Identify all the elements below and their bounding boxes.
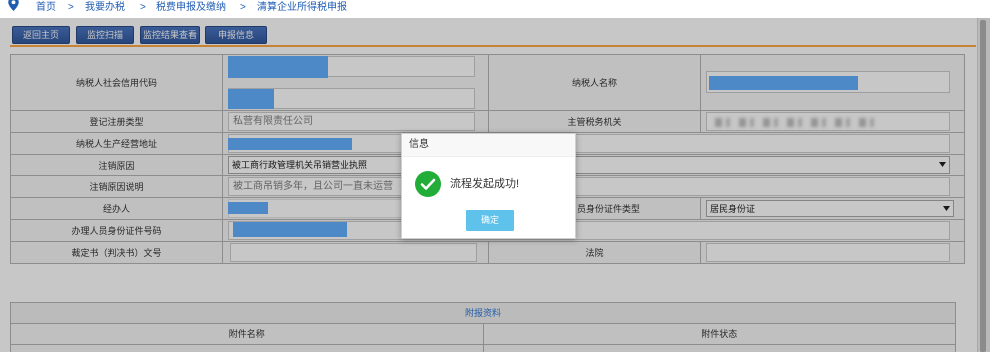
dialog-title: 信息	[402, 134, 575, 157]
dialog-message: 流程发起成功!	[450, 178, 520, 190]
location-pin-icon	[8, 0, 19, 11]
info-dialog: 信息 流程发起成功! 确定	[401, 133, 576, 239]
breadcrumb-tax-link[interactable]: 我要办税	[85, 2, 125, 14]
breadcrumb-home-link[interactable]: 首页	[36, 2, 56, 14]
breadcrumb-separator: >	[140, 2, 146, 13]
breadcrumb-declare-link[interactable]: 税费申报及缴纳	[156, 2, 226, 14]
breadcrumb-separator: >	[68, 2, 74, 13]
breadcrumb: 首页 > 我要办税 > 税费申报及缴纳 > 清算企业所得税申报	[0, 0, 990, 18]
breadcrumb-current: 清算企业所得税申报	[257, 2, 347, 13]
confirm-button[interactable]: 确定	[466, 210, 514, 231]
breadcrumb-separator: >	[240, 2, 246, 13]
page: 首页 > 我要办税 > 税费申报及缴纳 > 清算企业所得税申报 返回主页 监控扫…	[0, 0, 990, 352]
success-check-icon	[415, 171, 441, 197]
